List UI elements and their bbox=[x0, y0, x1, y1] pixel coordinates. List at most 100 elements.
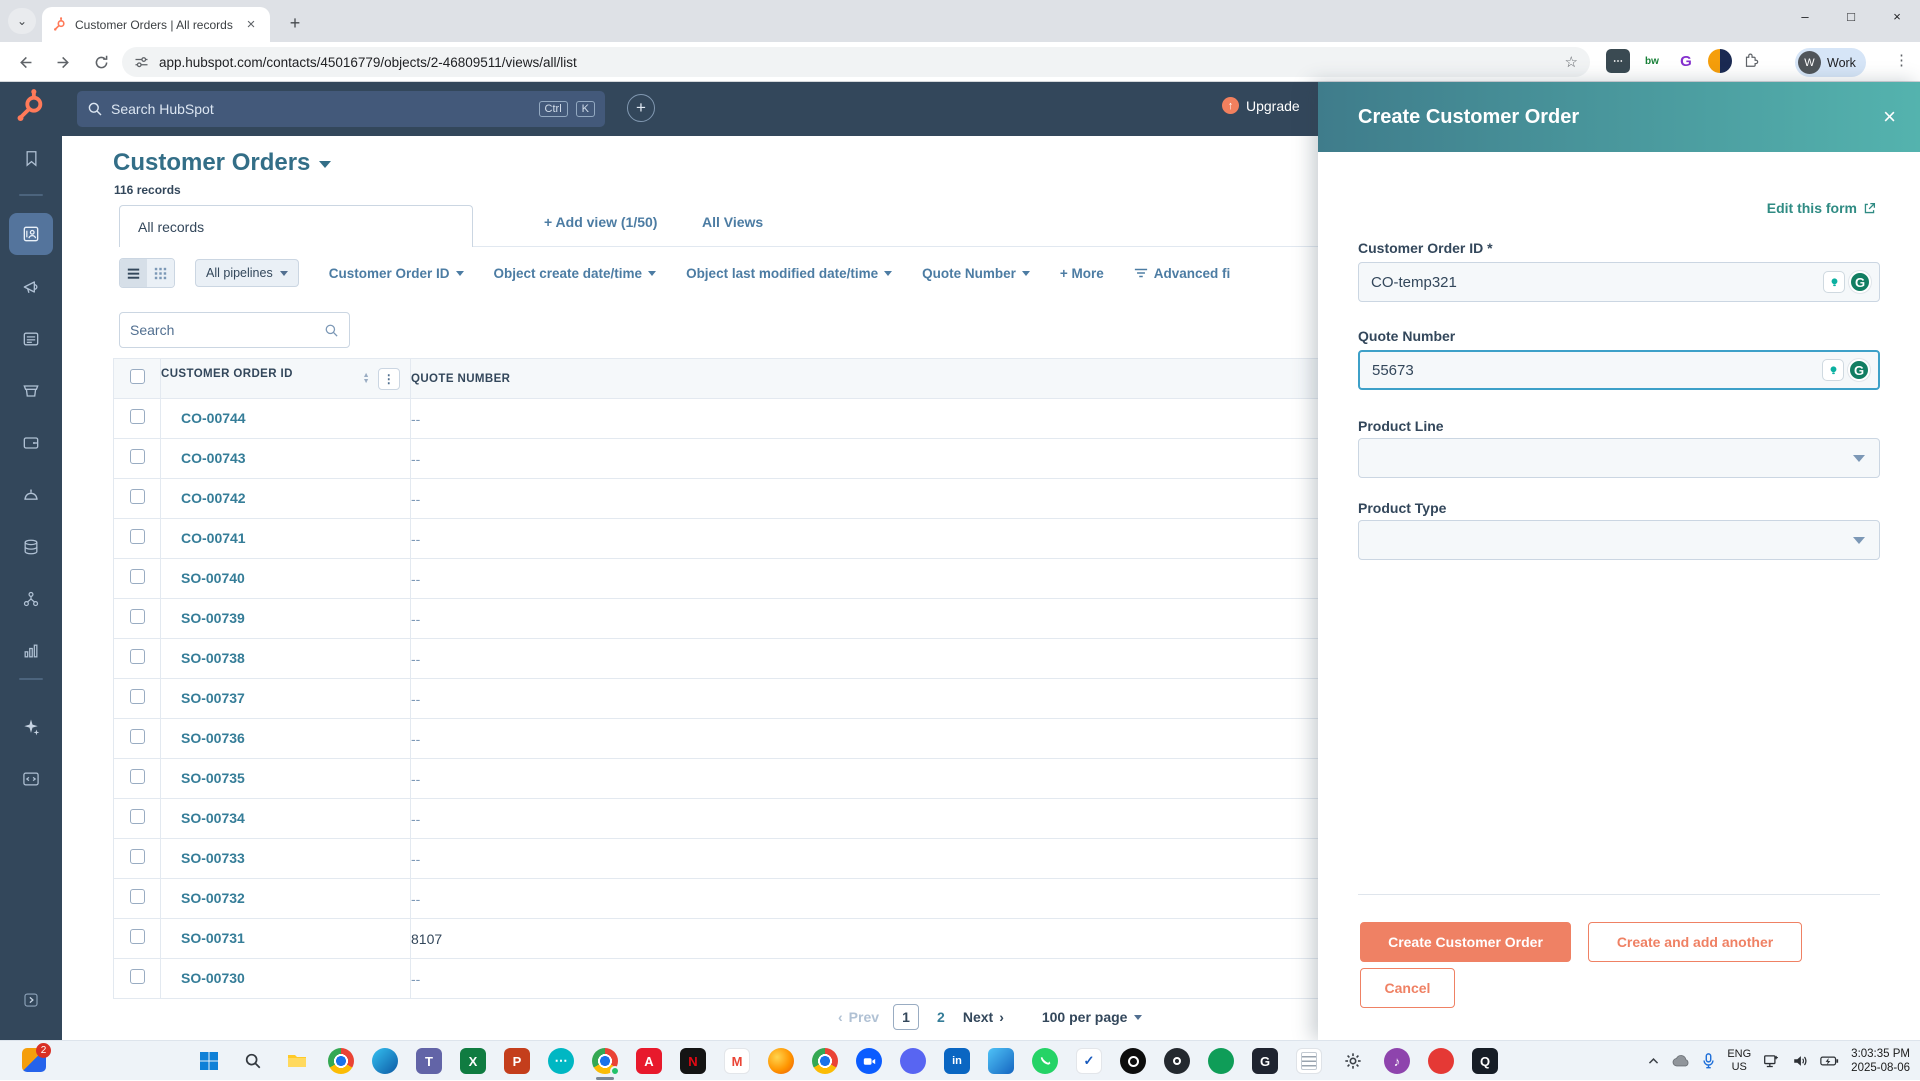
window-minimize-icon[interactable]: – bbox=[1782, 0, 1828, 36]
back-icon[interactable] bbox=[12, 49, 38, 75]
row-checkbox[interactable] bbox=[130, 529, 145, 544]
linkedin-icon[interactable]: in bbox=[944, 1048, 970, 1074]
row-checkbox[interactable] bbox=[130, 689, 145, 704]
sidebar-item-data[interactable] bbox=[0, 527, 62, 567]
tab-close-icon[interactable]: × bbox=[242, 16, 260, 34]
page-title[interactable]: Customer Orders bbox=[113, 149, 331, 177]
sidebar-item-automations[interactable] bbox=[0, 579, 62, 619]
bookmark-star-icon[interactable]: ☆ bbox=[1565, 53, 1578, 71]
sidebar-item-ai[interactable] bbox=[0, 707, 62, 747]
sidebar-item-commerce[interactable] bbox=[0, 371, 62, 411]
chatgpt-icon[interactable] bbox=[1120, 1048, 1146, 1074]
sidebar-item-content[interactable] bbox=[0, 319, 62, 359]
filter-create-date[interactable]: Object create date/time bbox=[494, 266, 657, 281]
row-checkbox[interactable] bbox=[130, 929, 145, 944]
url-bar[interactable]: app.hubspot.com/contacts/45016779/object… bbox=[122, 47, 1590, 77]
red-app-icon[interactable]: A bbox=[636, 1048, 662, 1074]
extension-bw-icon[interactable]: bw bbox=[1640, 49, 1664, 73]
record-link[interactable]: CO-00744 bbox=[161, 410, 246, 426]
sidebar-item-bookmarks[interactable] bbox=[0, 138, 62, 178]
page-2-button[interactable]: 2 bbox=[933, 1009, 949, 1025]
hubspot-search-input[interactable] bbox=[111, 101, 531, 117]
record-link[interactable]: CO-00743 bbox=[161, 450, 246, 466]
prev-page-button[interactable]: ‹Prev bbox=[838, 1009, 879, 1025]
tray-expand-icon[interactable] bbox=[1647, 1055, 1660, 1068]
grammarly-icon[interactable]: G bbox=[1849, 271, 1871, 293]
customer-order-id-field[interactable]: G bbox=[1358, 262, 1880, 302]
record-link[interactable]: SO-00740 bbox=[161, 570, 245, 586]
upgrade-button[interactable]: ↑ Upgrade bbox=[1222, 97, 1300, 114]
row-checkbox[interactable] bbox=[130, 649, 145, 664]
filter-customer-order-id[interactable]: Customer Order ID bbox=[329, 266, 464, 281]
sidebar-item-marketing[interactable] bbox=[0, 267, 62, 307]
browser-tab[interactable]: Customer Orders | All records × bbox=[42, 7, 270, 42]
quote-number-input[interactable] bbox=[1372, 362, 1822, 379]
record-link[interactable]: SO-00730 bbox=[161, 970, 245, 986]
extension-g-icon[interactable]: G bbox=[1674, 49, 1698, 73]
dark-app-icon[interactable] bbox=[1164, 1048, 1190, 1074]
record-link[interactable]: SO-00733 bbox=[161, 850, 245, 866]
next-page-button[interactable]: Next› bbox=[963, 1009, 1004, 1025]
list-view-icon[interactable] bbox=[120, 259, 147, 287]
tab-all-records[interactable]: All records bbox=[119, 205, 473, 247]
extensions-puzzle-icon[interactable] bbox=[1742, 52, 1760, 70]
cancel-button[interactable]: Cancel bbox=[1360, 968, 1455, 1008]
sidebar-item-crm-active[interactable] bbox=[9, 213, 53, 255]
browser-profile[interactable]: W Work bbox=[1795, 48, 1866, 77]
table-search-input[interactable] bbox=[130, 322, 324, 338]
new-tab-icon[interactable]: + bbox=[282, 11, 308, 37]
create-and-add-another-button[interactable]: Create and add another bbox=[1588, 922, 1802, 962]
add-view-link[interactable]: + Add view (1/50) bbox=[544, 214, 657, 230]
sidebar-item-payments[interactable] bbox=[0, 423, 62, 463]
reload-icon[interactable] bbox=[88, 49, 114, 75]
extension-dots-icon[interactable]: ⋯ bbox=[1606, 49, 1630, 73]
notepad-icon[interactable] bbox=[1296, 1048, 1322, 1074]
sidebar-item-reporting[interactable] bbox=[0, 631, 62, 671]
select-all-checkbox[interactable] bbox=[114, 359, 161, 399]
green-app-icon[interactable] bbox=[1208, 1048, 1234, 1074]
row-checkbox[interactable] bbox=[130, 769, 145, 784]
teal-chat-app-icon[interactable]: ⋯ bbox=[548, 1048, 574, 1074]
teams-icon[interactable]: T bbox=[416, 1048, 442, 1074]
record-link[interactable]: SO-00736 bbox=[161, 730, 245, 746]
hubspot-search-bar[interactable]: Ctrl K bbox=[77, 91, 605, 127]
filter-modified-date[interactable]: Object last modified date/time bbox=[686, 266, 892, 281]
row-checkbox[interactable] bbox=[130, 729, 145, 744]
row-checkbox[interactable] bbox=[130, 569, 145, 584]
firefox-icon[interactable] bbox=[768, 1048, 794, 1074]
sort-icon[interactable]: ▲▼ bbox=[363, 373, 370, 385]
record-link[interactable]: SO-00737 bbox=[161, 690, 245, 706]
q-app-icon[interactable]: Q bbox=[1472, 1048, 1498, 1074]
blue-app-icon[interactable] bbox=[988, 1048, 1014, 1074]
row-checkbox[interactable] bbox=[130, 889, 145, 904]
per-page-dropdown[interactable]: 100 per page bbox=[1042, 1009, 1143, 1025]
forward-icon[interactable] bbox=[50, 49, 76, 75]
google-dark-app-icon[interactable]: G bbox=[1252, 1048, 1278, 1074]
table-search[interactable] bbox=[119, 312, 350, 348]
product-type-select[interactable] bbox=[1358, 520, 1880, 560]
filter-quote-number[interactable]: Quote Number bbox=[922, 266, 1030, 281]
column-menu-icon[interactable]: ⋮ bbox=[378, 368, 400, 390]
create-customer-order-button[interactable]: Create Customer Order bbox=[1360, 922, 1571, 962]
onedrive-cloud-icon[interactable] bbox=[1672, 1054, 1690, 1068]
board-view-icon[interactable] bbox=[147, 259, 174, 287]
record-link[interactable]: SO-00735 bbox=[161, 770, 245, 786]
edit-form-link[interactable]: Edit this form bbox=[1767, 200, 1876, 216]
record-link[interactable]: SO-00738 bbox=[161, 650, 245, 666]
sidebar-item-service[interactable] bbox=[0, 475, 62, 515]
extension-round-icon[interactable] bbox=[1708, 49, 1732, 73]
whatsapp-icon[interactable] bbox=[1032, 1048, 1058, 1074]
quick-create-icon[interactable]: + bbox=[627, 94, 655, 122]
page-1-button[interactable]: 1 bbox=[893, 1004, 919, 1030]
zoom-icon[interactable] bbox=[856, 1048, 882, 1074]
suggestion-bulb-icon[interactable] bbox=[1822, 359, 1844, 381]
pipelines-dropdown[interactable]: All pipelines bbox=[195, 259, 299, 287]
record-link[interactable]: CO-00742 bbox=[161, 490, 246, 506]
chrome-icon[interactable] bbox=[328, 1048, 354, 1074]
window-maximize-icon[interactable]: □ bbox=[1828, 0, 1874, 36]
powerpoint-icon[interactable]: P bbox=[504, 1048, 530, 1074]
record-link[interactable]: SO-00731 bbox=[161, 930, 245, 946]
suggestion-bulb-icon[interactable] bbox=[1823, 271, 1845, 293]
more-filters-link[interactable]: + More bbox=[1060, 266, 1104, 281]
record-link[interactable]: SO-00734 bbox=[161, 810, 245, 826]
